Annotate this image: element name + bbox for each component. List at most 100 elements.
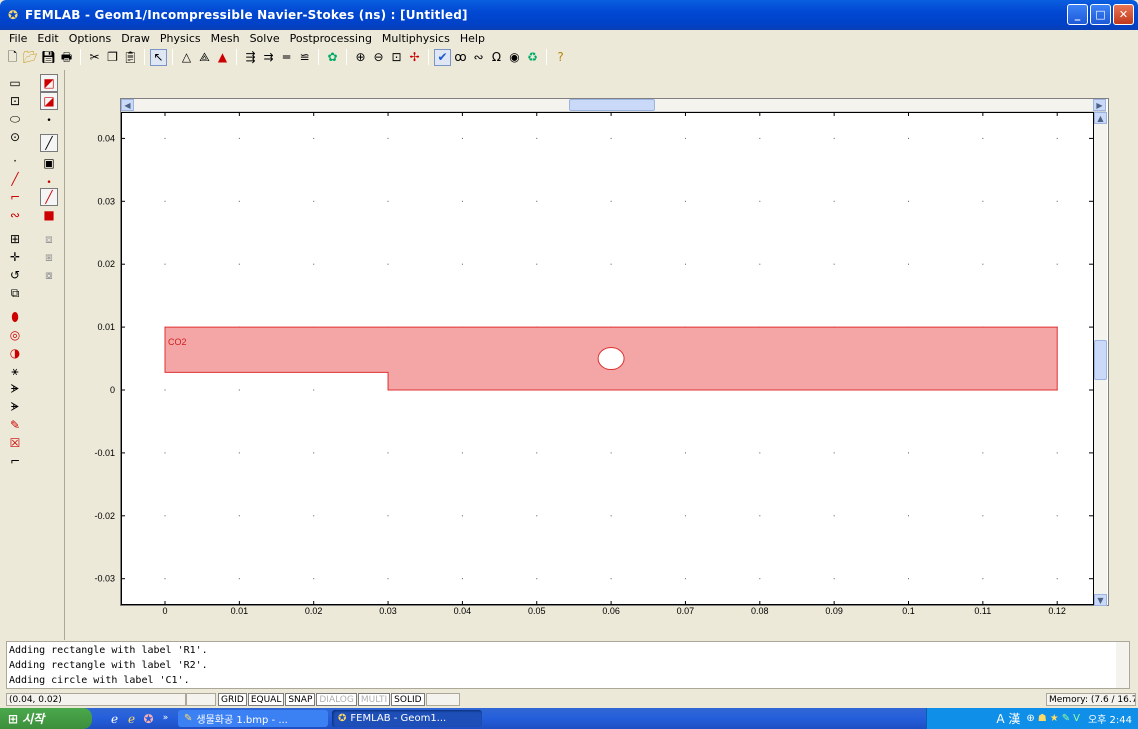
geometry-canvas[interactable]: 0 0.01 0.02 0.03 0.04 0.05 0.06 0.07 0.08 0.09 0.1… <box>94 98 1110 616</box>
convert-icon[interactable]: ᗘ <box>6 398 24 416</box>
menu-mesh[interactable]: Mesh <box>206 32 245 45</box>
vertical-scroll-thumb[interactable] <box>1094 340 1107 380</box>
dialog-toggle[interactable]: DIALOG <box>316 693 357 706</box>
tray-pen-icon[interactable]: ✎ <box>1062 713 1070 724</box>
ellipse-icon[interactable]: ⬭ <box>6 110 24 128</box>
scroll-down-button[interactable]: ▼ <box>1094 594 1107 606</box>
copy-icon[interactable]: ❐ <box>104 49 121 66</box>
point-settings-icon[interactable]: ═ <box>278 49 295 66</box>
print-icon[interactable]: 🖶 <box>58 49 75 66</box>
fillet-icon[interactable]: ✎ <box>6 416 24 434</box>
boundary-settings-icon[interactable]: ⇉ <box>260 49 277 66</box>
tray-v3-icon[interactable]: V <box>1073 713 1080 724</box>
centered-rectangle-icon[interactable]: ⊡ <box>6 92 24 110</box>
sphere-icon[interactable]: ◉ <box>506 49 523 66</box>
array-icon[interactable]: ⊞ <box>6 230 24 248</box>
new-file-icon[interactable]: 🗋 <box>4 49 21 66</box>
menu-physics[interactable]: Physics <box>155 32 206 45</box>
tray-shield-icon[interactable]: ☗ <box>1038 713 1047 724</box>
quicklaunch-more-icon[interactable]: » <box>157 710 174 727</box>
refine-mesh-icon[interactable]: ⟁ <box>196 49 213 66</box>
difference-icon[interactable]: ◑ <box>6 344 24 362</box>
tangent-icon[interactable]: ⌐ <box>6 452 24 470</box>
omega-icon[interactable]: Ω <box>488 49 505 66</box>
open-folder-icon[interactable]: 📂︎ <box>22 49 39 66</box>
start-button[interactable]: ⊞ 시작 <box>0 708 92 729</box>
line-mode-icon[interactable]: ╱ <box>40 134 58 152</box>
solid-mode-centered-icon[interactable]: ◪ <box>40 92 58 110</box>
face-mode-icon[interactable]: ▣ <box>40 154 58 172</box>
paste-icon[interactable]: 📋︎ <box>122 49 139 66</box>
zoom-in-icon[interactable]: ⊕ <box>352 49 369 66</box>
title-bar[interactable]: ✪ FEMLAB - Geom1/Incompressible Navier-S… <box>0 0 1138 30</box>
menu-solve[interactable]: Solve <box>245 32 285 45</box>
rotate-icon[interactable]: ↺ <box>6 266 24 284</box>
zoom-window-icon[interactable]: ⊡ <box>388 49 405 66</box>
compose-icon[interactable]: ⚹ <box>6 362 24 380</box>
rectangle-icon[interactable]: ▭ <box>6 74 24 92</box>
multi-toggle[interactable]: MULTI <box>357 693 391 706</box>
layer-edit-icon[interactable]: ⧆ <box>40 248 58 266</box>
ime-indicator[interactable]: A 漢 <box>996 710 1020 727</box>
save-icon[interactable]: 💾︎ <box>40 49 57 66</box>
menu-help[interactable]: Help <box>455 32 490 45</box>
zoom-extents-icon[interactable]: ✢ <box>406 49 423 66</box>
grid-toggle[interactable]: GRID <box>218 693 247 706</box>
tray-network-icon[interactable]: ⊕ <box>1026 713 1034 724</box>
menu-postprocessing[interactable]: Postprocessing <box>285 32 377 45</box>
scroll-right-button[interactable]: ▶ <box>1093 99 1106 111</box>
subdomain-settings-icon[interactable]: ⇶ <box>242 49 259 66</box>
scroll-up-button[interactable]: ▲ <box>1094 112 1107 124</box>
solve-icon[interactable]: ✿ <box>324 49 341 66</box>
split-icon[interactable]: ᗘ <box>6 380 24 398</box>
delete-icon[interactable]: ☒ <box>6 434 24 452</box>
close-button[interactable]: ✕ <box>1113 4 1134 25</box>
centered-ellipse-icon[interactable]: ⊙ <box>6 128 24 146</box>
horizontal-scrollbar[interactable]: ◀ ▶ <box>121 99 1106 112</box>
restart-icon[interactable]: ♻ <box>524 49 541 66</box>
red-line-icon[interactable]: ╱ <box>40 188 58 206</box>
menu-file[interactable]: File <box>4 32 32 45</box>
line-icon[interactable]: ╱ <box>6 170 24 188</box>
scroll-left-button[interactable]: ◀ <box>121 99 134 111</box>
equal-toggle[interactable]: EQUAL <box>247 693 285 706</box>
tray-star-icon[interactable]: ★ <box>1050 713 1059 724</box>
browser-icon[interactable]: ℯ <box>123 710 140 727</box>
media-icon[interactable]: ✪ <box>140 710 157 727</box>
cut-icon[interactable]: ✂ <box>86 49 103 66</box>
horizontal-scroll-thumb[interactable] <box>569 99 655 111</box>
menu-options[interactable]: Options <box>64 32 116 45</box>
intersection-icon[interactable]: ◎ <box>6 326 24 344</box>
adapt-mesh-icon[interactable]: ▲ <box>214 49 231 66</box>
select-arrow-icon[interactable]: ↖ <box>150 48 167 66</box>
menu-multiphysics[interactable]: Multiphysics <box>377 32 455 45</box>
solid-toggle[interactable]: SOLID <box>391 693 425 706</box>
solid-mode-rectangle-icon[interactable]: ◩ <box>40 74 58 92</box>
help-icon[interactable]: ? <box>552 49 569 66</box>
scale-icon[interactable]: ⧉ <box>6 284 24 302</box>
maximize-button[interactable]: □ <box>1090 4 1111 25</box>
point-icon[interactable]: · <box>6 152 24 170</box>
move-icon[interactable]: ✛ <box>6 248 24 266</box>
task-paint[interactable]: ✎ 생물화공 1.bmp - ... <box>178 710 328 727</box>
animation-icon[interactable]: ∾ <box>470 49 487 66</box>
curve-icon[interactable]: ∾ <box>6 206 24 224</box>
plot-param-icon[interactable]: ꝏ <box>452 49 469 66</box>
layer-copy-icon[interactable]: ⧇ <box>40 266 58 284</box>
arc-icon[interactable]: ⌐ <box>6 188 24 206</box>
equation-icon[interactable]: ≌ <box>296 49 313 66</box>
log-scrollbar[interactable] <box>1116 642 1129 688</box>
zoom-out-icon[interactable]: ⊖ <box>370 49 387 66</box>
triangle-mesh-icon[interactable]: △ <box>178 49 195 66</box>
minimize-button[interactable]: _ <box>1067 4 1088 25</box>
union-icon[interactable]: ⬮ <box>6 308 24 326</box>
point-mode-icon[interactable]: • <box>40 112 58 130</box>
message-log[interactable]: Adding rectangle with label 'R1'. Adding… <box>6 641 1130 689</box>
menu-edit[interactable]: Edit <box>32 32 63 45</box>
vertical-scrollbar[interactable]: ▲ ▼ <box>1094 112 1107 606</box>
ie-icon[interactable]: ℯ <box>106 710 123 727</box>
task-femlab[interactable]: ✪ FEMLAB - Geom1... <box>332 710 482 727</box>
circle-c1[interactable] <box>597 347 625 371</box>
geometry-plot[interactable]: 0 0.01 0.02 0.03 0.04 0.05 0.06 0.07 0.08 0.09 0.1… <box>94 99 1110 616</box>
red-face-icon[interactable]: ■ <box>40 206 58 224</box>
